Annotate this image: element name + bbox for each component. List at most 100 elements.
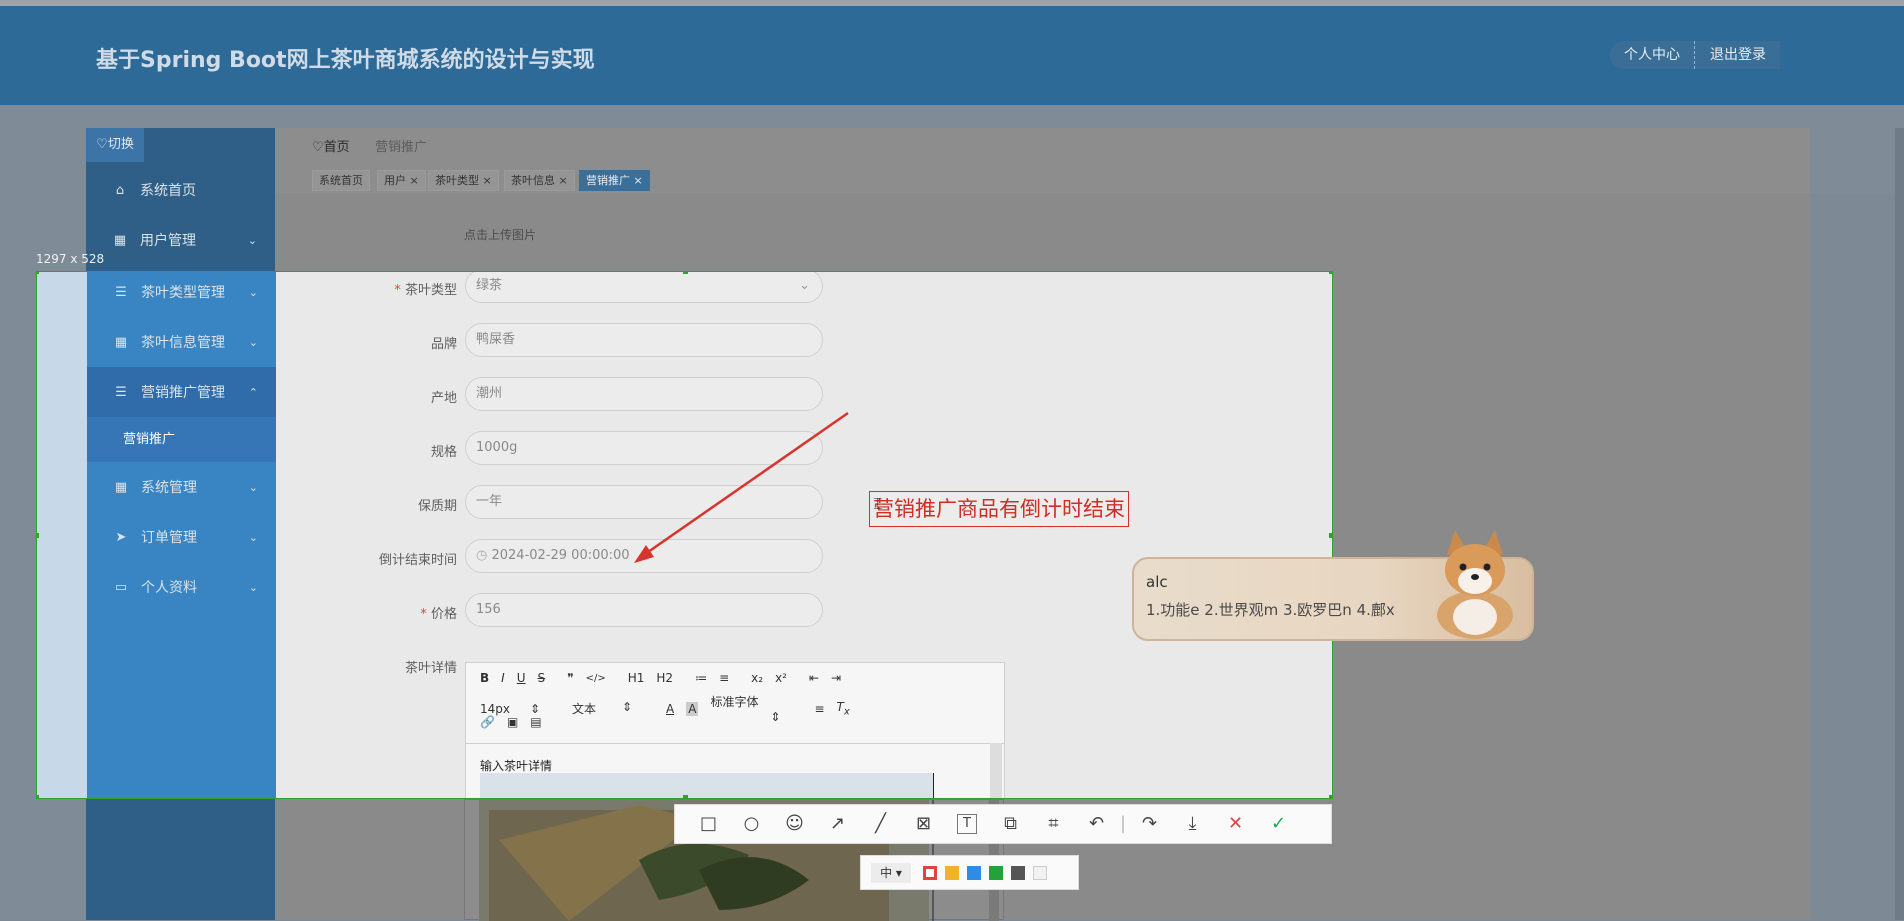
tab-home[interactable]: 系统首页: [312, 170, 370, 191]
align-button[interactable]: ≡: [814, 702, 824, 716]
resize-handle[interactable]: [37, 272, 39, 274]
resize-handle[interactable]: [1329, 795, 1332, 798]
field-label-origin: 产地: [430, 391, 457, 406]
h2-button[interactable]: H2: [656, 671, 673, 685]
sidebar-item-profile[interactable]: ▭ 个人资料 ⌄: [87, 562, 276, 612]
color-swatch-gray[interactable]: [1011, 865, 1025, 880]
editor-scrollbar[interactable]: [990, 743, 1002, 798]
italic-button[interactable]: I: [501, 671, 505, 685]
breadcrumb-home[interactable]: ♡首页: [312, 136, 350, 155]
card-icon: ▭: [114, 579, 128, 595]
arrow-icon[interactable]: ↗: [816, 804, 859, 844]
color-swatch-green[interactable]: [989, 865, 1003, 880]
sidebar-item-orders[interactable]: ➤ 订单管理 ⌄: [87, 512, 276, 562]
download-icon[interactable]: ⤓: [1171, 804, 1214, 844]
price-input[interactable]: 156: [465, 593, 823, 627]
indent-button[interactable]: ⇥: [831, 671, 841, 685]
ocr-icon[interactable]: ⌗: [1032, 804, 1075, 844]
redo-icon[interactable]: ↷: [1128, 804, 1171, 844]
resize-handle[interactable]: [1329, 533, 1332, 538]
tea-type-select[interactable]: 绿茶 ⌄: [465, 272, 823, 303]
sidebar-item-tea-info[interactable]: ▦ 茶叶信息管理 ⌄: [87, 317, 276, 367]
font-size-select[interactable]: 14px ⇕: [480, 702, 552, 716]
image-icon[interactable]: ▣: [507, 715, 518, 729]
underline-button[interactable]: U: [517, 671, 526, 685]
upload-image-hint[interactable]: 点击上传图片: [464, 226, 536, 243]
list-icon: ☰: [115, 384, 127, 400]
h1-button[interactable]: H1: [628, 671, 645, 685]
superscript-button[interactable]: x²: [775, 671, 787, 685]
outdent-button[interactable]: ⇤: [809, 671, 819, 685]
clear-format-button[interactable]: Tx: [837, 700, 850, 717]
color-swatch-yellow[interactable]: [945, 865, 959, 880]
apps-icon: ▦: [114, 479, 128, 495]
close-icon[interactable]: ✕: [1214, 804, 1257, 844]
sidebar-item-user-management[interactable]: ▦ 用户管理 ⌄: [86, 215, 275, 265]
emoji-icon[interactable]: ☺: [773, 804, 816, 844]
sidebar-item-marketing[interactable]: ☰ 营销推广管理 ⌃: [87, 367, 276, 417]
chevron-down-icon: ⌄: [799, 278, 810, 293]
text-icon[interactable]: T: [957, 814, 977, 834]
resize-handle[interactable]: [37, 533, 39, 538]
strike-button[interactable]: S: [538, 671, 546, 685]
code-button[interactable]: </>: [586, 673, 606, 684]
undo-icon[interactable]: ↶: [1075, 804, 1118, 844]
stroke-size-select[interactable]: 中 ▾: [871, 862, 911, 883]
send-icon: ➤: [115, 529, 127, 545]
bold-button[interactable]: B: [480, 671, 489, 685]
tea-image-top: [480, 773, 934, 798]
chevron-down-icon: ⌄: [248, 335, 258, 349]
video-icon[interactable]: ▤: [530, 715, 541, 729]
sidebar-item-home[interactable]: ⌂ 系统首页: [86, 165, 275, 215]
window-top-strip: [0, 0, 1904, 6]
circle-icon[interactable]: ○: [730, 804, 773, 844]
grid-icon: ▦: [113, 232, 127, 248]
tab-tea-type[interactable]: 茶叶类型 ×: [428, 170, 499, 191]
tab-marketing[interactable]: 营销推广 ×: [579, 170, 650, 191]
font-color-button[interactable]: A: [666, 702, 674, 716]
sidebar-item-tea-type[interactable]: ☰ 茶叶类型管理 ⌄: [87, 272, 276, 317]
rich-text-editor[interactable]: B I U S ❞ </> H1 H2 ≔ ≡ x₂ x² ⇤ ⇥ 14px ⇕…: [465, 662, 1005, 798]
resize-handle[interactable]: [683, 795, 688, 798]
resize-handle[interactable]: [37, 795, 39, 798]
resize-handle[interactable]: [1329, 272, 1332, 274]
bullet-list-button[interactable]: ≡: [719, 671, 729, 685]
arrow-annotation[interactable]: [620, 405, 860, 575]
sidebar-subitem-marketing[interactable]: 营销推广: [87, 417, 276, 462]
copy-icon[interactable]: ⧉: [989, 804, 1032, 844]
resize-handle[interactable]: [683, 272, 688, 274]
link-icon[interactable]: 🔗: [480, 715, 495, 729]
font-family-select[interactable]: 标准字体 ⇕: [710, 693, 792, 724]
field-label-detail: 茶叶详情: [404, 661, 457, 676]
quote-button[interactable]: ❞: [567, 671, 573, 685]
text-type-select[interactable]: 文本 ⇕: [572, 700, 644, 717]
editor-text[interactable]: 输入茶叶详情: [480, 757, 552, 774]
toolbar-separator: |: [1119, 813, 1127, 834]
line-icon[interactable]: ╱: [859, 804, 902, 844]
mosaic-icon[interactable]: ⊠: [902, 804, 945, 844]
brand-input[interactable]: 鸭屎香: [465, 323, 823, 357]
sidebar-item-label: 茶叶信息管理: [141, 335, 225, 351]
background-color-button[interactable]: A: [686, 701, 699, 716]
page-scrollbar[interactable]: [1895, 128, 1904, 920]
rect-icon[interactable]: □: [687, 804, 730, 844]
confirm-icon[interactable]: ✓: [1257, 804, 1300, 844]
right-margin: [1810, 193, 1904, 920]
chevron-down-icon: ⌄: [248, 580, 258, 594]
sidebar-item-system[interactable]: ▦ 系统管理 ⌄: [87, 462, 276, 512]
tab-user[interactable]: 用户 ×: [377, 170, 426, 191]
grid-icon: ▦: [114, 334, 128, 350]
tab-tea-info[interactable]: 茶叶信息 ×: [504, 170, 575, 191]
editor-toolbar-row3: 🔗 ▣ ▤: [480, 715, 554, 729]
color-swatch-blue[interactable]: [967, 865, 981, 880]
color-swatch-white[interactable]: [1033, 865, 1047, 880]
ordered-list-button[interactable]: ≔: [695, 671, 707, 685]
subscript-button[interactable]: x₂: [751, 671, 763, 685]
ime-candidates[interactable]: 1.功能e 2.世界观m 3.欧罗巴n 4.鄜x: [1146, 599, 1395, 620]
field-label-shelf-life: 保质期: [417, 499, 457, 514]
color-swatch-red[interactable]: [923, 865, 937, 880]
text-annotation[interactable]: 营销推广商品有倒计时结束: [869, 491, 1129, 527]
sidebar-toggle-button[interactable]: ♡切换: [86, 128, 144, 162]
personal-center-link[interactable]: 个人中心: [1610, 41, 1694, 69]
logout-link[interactable]: 退出登录: [1696, 41, 1780, 69]
